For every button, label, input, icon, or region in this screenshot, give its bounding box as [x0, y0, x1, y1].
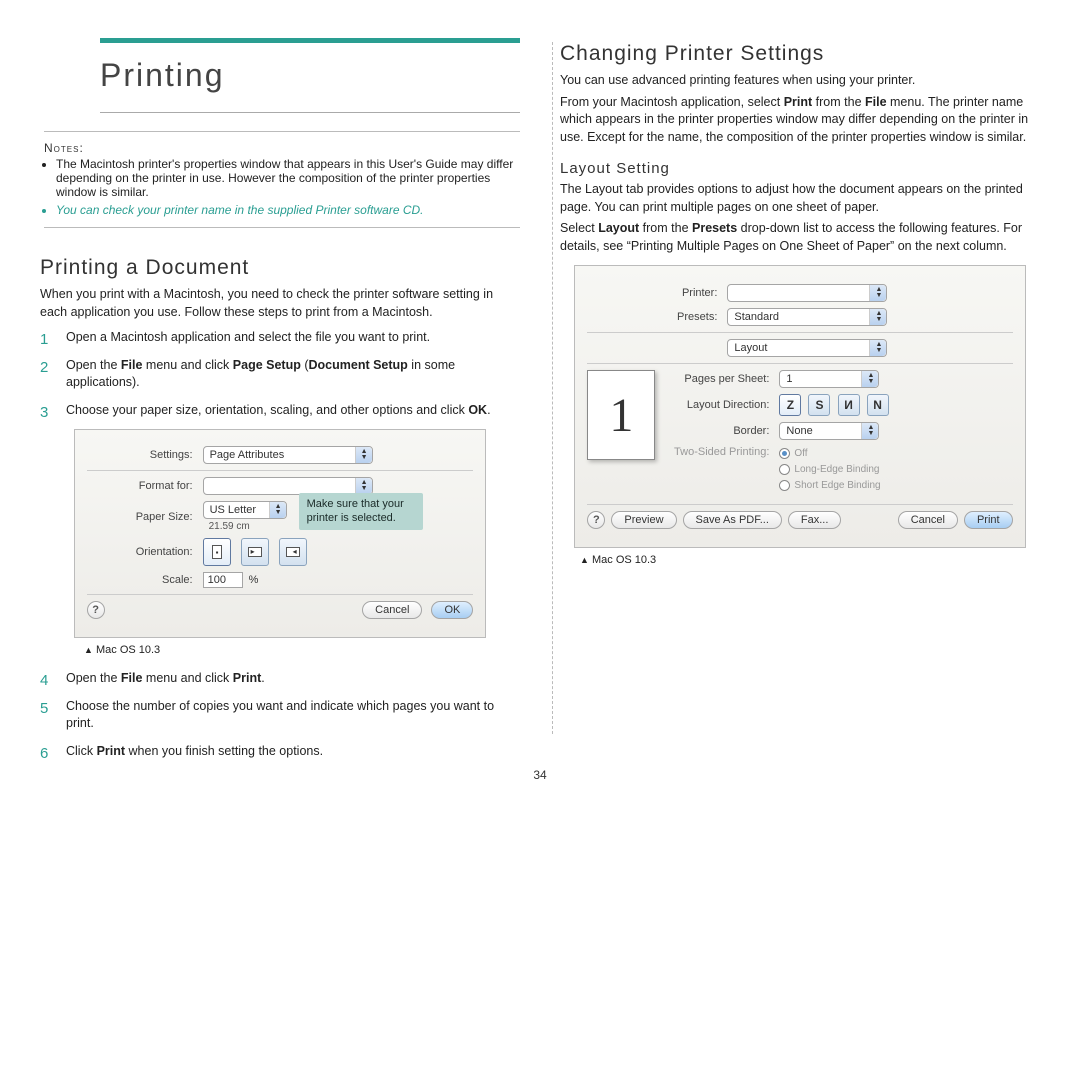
dir-label: Layout Direction:	[669, 399, 779, 411]
direction-z-button[interactable]: Z	[779, 394, 801, 416]
direction-n-button[interactable]: И	[838, 394, 860, 416]
papersize-dim: 21.59 cm	[209, 521, 287, 532]
paragraph: You can use advanced printing features w…	[560, 72, 1040, 90]
scale-input[interactable]: 100	[203, 572, 243, 588]
orientation-portrait-button[interactable]: ▪	[203, 538, 231, 566]
presets-label: Presets:	[587, 311, 727, 323]
print-button[interactable]: Print	[964, 511, 1013, 529]
pps-label: Pages per Sheet:	[669, 373, 779, 385]
scale-label: Scale:	[87, 574, 203, 586]
landscape-rev-icon: ◂	[286, 547, 300, 557]
note-item: The Macintosh printer's properties windo…	[56, 157, 520, 199]
twosided-label: Two-Sided Printing:	[669, 446, 779, 458]
note-item-italic: You can check your printer name in the s…	[56, 203, 520, 217]
step-item: Choose your paper size, orientation, sca…	[40, 402, 520, 420]
radio-long[interactable]	[779, 464, 790, 475]
border-select[interactable]: None ▲▼	[779, 422, 879, 440]
orientation-landscape-button[interactable]: ▸	[241, 538, 269, 566]
help-button[interactable]: ?	[87, 601, 105, 619]
printer-select[interactable]: ▲▼	[727, 284, 887, 302]
subheading-layout: Layout Setting	[560, 160, 1040, 177]
steps-list-a: Open a Macintosh application and select …	[40, 329, 520, 419]
step-item: Click Print when you finish setting the …	[40, 743, 520, 761]
notes-label: Notes:	[44, 141, 84, 155]
direction-nr-button[interactable]: N	[867, 394, 889, 416]
callout-printer-selected: Make sure that your printer is selected.	[299, 493, 423, 530]
presets-value: Standard	[734, 311, 779, 323]
cancel-button[interactable]: Cancel	[362, 601, 422, 619]
paragraph: The Layout tab provides options to adjus…	[560, 181, 1040, 216]
n-icon: И	[844, 398, 853, 412]
intro-paragraph: When you print with a Macintosh, you nee…	[40, 286, 520, 321]
settings-value: Page Attributes	[210, 449, 285, 461]
help-button[interactable]: ?	[587, 511, 605, 529]
panel-value: Layout	[734, 342, 767, 354]
preview-button[interactable]: Preview	[611, 511, 676, 529]
printer-label: Printer:	[587, 287, 727, 299]
step-item: Choose the number of copies you want and…	[40, 698, 520, 733]
settings-select[interactable]: Page Attributes ▲▼	[203, 446, 373, 464]
papersize-value: US Letter	[210, 504, 256, 516]
panel-select[interactable]: Layout ▲▼	[727, 339, 887, 357]
direction-s-button[interactable]: S	[808, 394, 830, 416]
column-divider	[552, 42, 553, 734]
radio-off[interactable]	[779, 448, 790, 459]
ok-button[interactable]: OK	[431, 601, 473, 619]
subheading-printing-doc: Printing a Document	[40, 256, 520, 280]
paragraph: Select Layout from the Presets drop-down…	[560, 220, 1040, 255]
pps-select[interactable]: 1 ▲▼	[779, 370, 879, 388]
subheading-changing-settings: Changing Printer Settings	[560, 42, 1040, 66]
paragraph: From your Macintosh application, select …	[560, 94, 1040, 147]
orientation-label: Orientation:	[87, 546, 203, 558]
two-short-label: Short Edge Binding	[794, 480, 880, 491]
screenshot-caption: ▲ Mac OS 10.3	[84, 644, 520, 656]
settings-label: Settings:	[87, 449, 203, 461]
cancel-button[interactable]: Cancel	[898, 511, 958, 529]
page-setup-dialog: Settings: Page Attributes ▲▼ Format for:…	[74, 429, 487, 638]
two-long-label: Long-Edge Binding	[794, 464, 879, 475]
fax-button[interactable]: Fax...	[788, 511, 842, 529]
page-number: 34	[0, 768, 1080, 782]
print-layout-dialog: Printer: ▲▼ Presets: Standard ▲▼ Layout …	[574, 265, 1025, 548]
landscape-icon: ▸	[248, 547, 262, 557]
papersize-select[interactable]: US Letter ▲▼	[203, 501, 287, 519]
layout-preview: 1	[587, 370, 655, 460]
border-value: None	[786, 425, 812, 437]
portrait-icon: ▪	[212, 545, 222, 559]
formatfor-label: Format for:	[87, 480, 203, 492]
border-label: Border:	[669, 425, 779, 437]
page-title: Printing	[100, 57, 520, 94]
step-item: Open the File menu and click Page Setup …	[40, 357, 520, 392]
nr-icon: N	[873, 398, 882, 412]
s-icon: S	[815, 398, 823, 412]
two-off-label: Off	[794, 448, 807, 459]
papersize-label: Paper Size:	[87, 511, 203, 523]
orientation-landscape-rev-button[interactable]: ◂	[279, 538, 307, 566]
screenshot-caption: ▲ Mac OS 10.3	[580, 554, 1040, 566]
step-item: Open the File menu and click Print.	[40, 670, 520, 688]
pps-value: 1	[786, 373, 792, 385]
radio-short[interactable]	[779, 480, 790, 491]
z-icon: Z	[787, 398, 794, 412]
presets-select[interactable]: Standard ▲▼	[727, 308, 887, 326]
step-item: Open a Macintosh application and select …	[40, 329, 520, 347]
save-as-pdf-button[interactable]: Save As PDF...	[683, 511, 782, 529]
steps-list-b: Open the File menu and click Print. Choo…	[40, 670, 520, 760]
scale-pct: %	[249, 574, 259, 586]
